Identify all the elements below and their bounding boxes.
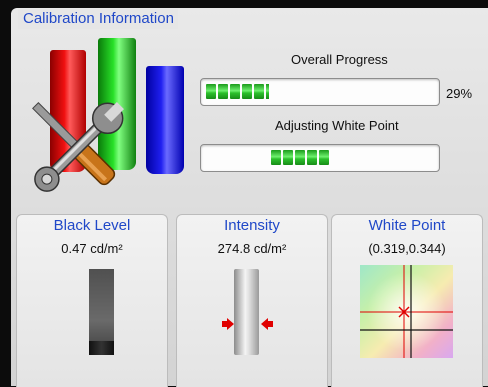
adjusting-label: Adjusting White Point — [275, 118, 399, 133]
intensity-title: Intensity — [224, 217, 280, 234]
progress-segment — [295, 150, 305, 165]
red-arrow-left-icon — [261, 318, 273, 330]
blue-tube-icon — [146, 66, 184, 174]
progress-segment — [266, 84, 269, 99]
overall-progress-bar — [200, 78, 440, 106]
wrench-screwdriver-icon — [32, 102, 124, 192]
white-point-value: (0.319,0.344) — [368, 241, 446, 256]
black-level-card: Black Level 0.47 cd/m² — [16, 214, 168, 387]
overall-progress-percent: 29% — [446, 86, 473, 101]
white-point-title: White Point — [368, 217, 446, 234]
progress-segment — [242, 84, 252, 99]
panel-title: Calibration Information — [18, 9, 178, 29]
progress-segment — [283, 150, 293, 165]
red-arrow-right-icon — [222, 318, 234, 330]
progress-segment — [271, 150, 281, 165]
black-level-bar — [89, 269, 114, 355]
intensity-card: Intensity 274.8 cd/m² — [176, 214, 328, 387]
progress-segment — [218, 84, 228, 99]
progress-segment — [254, 84, 264, 99]
black-level-bar-base — [89, 341, 114, 355]
white-point-chart — [360, 265, 453, 358]
progress-segment — [230, 84, 240, 99]
black-level-title: Black Level — [53, 217, 131, 234]
crosshair-icon — [360, 265, 453, 358]
white-point-card: White Point (0.319,0.344) — [331, 214, 483, 387]
intensity-bar — [234, 269, 259, 355]
overall-progress-label: Overall Progress — [291, 52, 388, 67]
adjusting-progress-bar — [200, 144, 440, 172]
progress-segment — [206, 84, 216, 99]
progress-segment — [307, 150, 317, 165]
black-level-value: 0.47 cd/m² — [61, 241, 123, 256]
intensity-value: 274.8 cd/m² — [217, 241, 287, 256]
progress-segment — [319, 150, 329, 165]
